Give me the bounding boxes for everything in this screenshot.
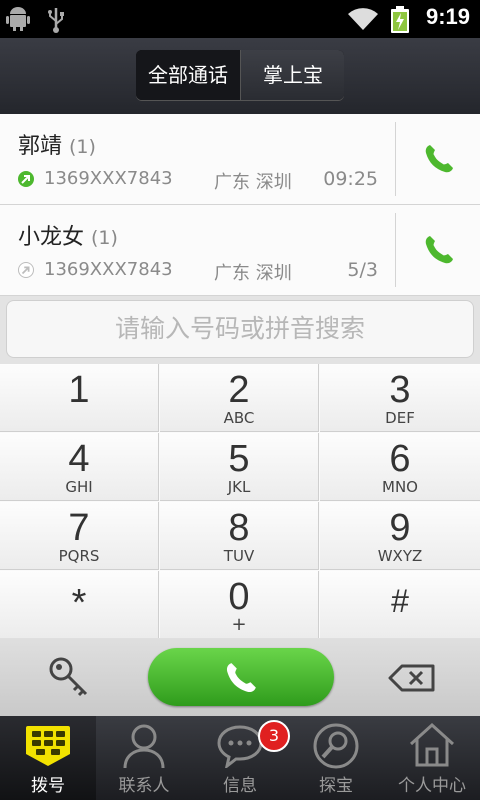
android-debug-icon bbox=[6, 7, 30, 31]
call-button[interactable] bbox=[396, 114, 480, 204]
call-time: 5/3 bbox=[347, 259, 378, 281]
message-count-badge: 3 bbox=[258, 720, 290, 752]
key-hash[interactable]: # bbox=[320, 571, 480, 639]
key-8[interactable]: 8 TUV bbox=[160, 502, 319, 570]
phone-icon bbox=[425, 236, 453, 264]
dial-call-button[interactable] bbox=[148, 648, 334, 706]
key-icon[interactable] bbox=[48, 656, 92, 698]
message-icon bbox=[217, 725, 263, 768]
key-0[interactable]: 0 + bbox=[160, 571, 319, 639]
key-star[interactable]: * bbox=[0, 571, 159, 639]
tab-label: 信息 bbox=[223, 776, 257, 796]
status-time: 9:19 bbox=[425, 4, 470, 29]
tab-label: 探宝 bbox=[319, 776, 353, 796]
status-bar: 9:19 bbox=[0, 0, 480, 38]
phone-icon bbox=[425, 145, 453, 173]
contact-name: 小龙女 (1) bbox=[18, 225, 118, 250]
call-log-row[interactable]: 郭靖 (1) 1369XXX7843 广东 深圳 09:25 bbox=[0, 114, 480, 205]
explore-icon bbox=[313, 723, 359, 769]
tab-label: 拨号 bbox=[31, 776, 65, 796]
tab-dial[interactable]: 拨号 bbox=[0, 716, 96, 800]
key-1[interactable]: 1 bbox=[0, 364, 159, 432]
key-9[interactable]: 9 WXYZ bbox=[320, 502, 480, 570]
tab-profile[interactable]: 个人中心 bbox=[384, 716, 480, 800]
call-button[interactable] bbox=[396, 205, 480, 295]
segment-zhangshangbao[interactable]: 掌上宝 bbox=[240, 50, 344, 100]
contact-name: 郭靖 (1) bbox=[18, 134, 96, 159]
key-6[interactable]: 6 MNO bbox=[320, 433, 480, 501]
search-input[interactable]: 请输入号码或拼音搜索 bbox=[6, 300, 474, 358]
segment-all-calls[interactable]: 全部通话 bbox=[136, 50, 240, 100]
key-2[interactable]: 2 ABC bbox=[160, 364, 319, 432]
search-area: 请输入号码或拼音搜索 bbox=[0, 296, 480, 364]
dial-keypad: 1 2 ABC 3 DEF 4 GHI 5 JKL 6 MNO 7 PQRS 8 TUV 9W… bbox=[0, 364, 480, 639]
top-bar: 全部通话 掌上宝 bbox=[0, 38, 480, 114]
tab-label: 联系人 bbox=[118, 776, 170, 796]
call-count: (1) bbox=[91, 227, 118, 249]
call-log-row[interactable]: 小龙女 (1) 1369XXX7843 广东 深圳 5/3 bbox=[0, 205, 480, 296]
tab-explore[interactable]: 探宝 bbox=[288, 716, 384, 800]
dial-action-bar bbox=[0, 638, 480, 716]
usb-icon bbox=[48, 8, 64, 33]
phone-icon bbox=[226, 663, 256, 693]
tab-contacts[interactable]: 联系人 bbox=[96, 716, 192, 800]
battery-charging-icon bbox=[391, 6, 409, 33]
bottom-tab-bar: 拨号 联系人 信息 探宝 个人中心 bbox=[0, 716, 480, 800]
phone-number: 1369XXX7843 bbox=[44, 168, 173, 189]
wifi-icon bbox=[348, 8, 378, 30]
call-time: 09:25 bbox=[323, 168, 378, 190]
dialpad-icon bbox=[26, 726, 70, 766]
call-location: 广东 深圳 bbox=[214, 172, 292, 193]
home-icon bbox=[409, 722, 455, 767]
outgoing-call-icon bbox=[18, 171, 34, 187]
call-count: (1) bbox=[69, 136, 96, 158]
call-log-list: 郭靖 (1) 1369XXX7843 广东 深圳 09:25 小龙女 (1) 1… bbox=[0, 114, 480, 296]
key-7[interactable]: 7 PQRS bbox=[0, 502, 159, 570]
key-4[interactable]: 4 GHI bbox=[0, 433, 159, 501]
key-5[interactable]: 5 JKL bbox=[160, 433, 319, 501]
outgoing-call-icon bbox=[18, 262, 34, 278]
phone-number: 1369XXX7843 bbox=[44, 259, 173, 280]
tab-label: 个人中心 bbox=[398, 776, 466, 796]
contact-icon bbox=[123, 724, 165, 769]
segmented-control: 全部通话 掌上宝 bbox=[136, 50, 344, 100]
backspace-icon[interactable] bbox=[388, 664, 436, 692]
call-location: 广东 深圳 bbox=[214, 263, 292, 284]
key-3[interactable]: 3 DEF bbox=[320, 364, 480, 432]
